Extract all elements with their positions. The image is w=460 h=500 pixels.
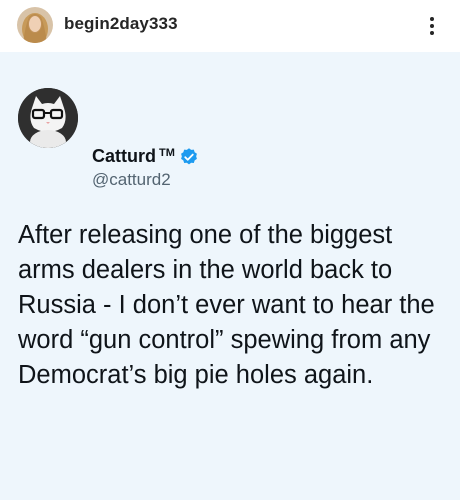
post-author-avatar[interactable] bbox=[17, 7, 53, 43]
more-dot bbox=[430, 24, 434, 28]
trademark-symbol: TM bbox=[159, 146, 175, 159]
post-header: begin2day333 bbox=[0, 0, 460, 52]
tweet-author-avatar bbox=[18, 88, 78, 148]
verified-badge-icon bbox=[180, 147, 197, 164]
tweet-display-name: Catturd bbox=[92, 146, 156, 166]
tweet-name-row: Catturd TM bbox=[92, 146, 199, 167]
more-dot bbox=[430, 31, 434, 35]
tweet-handle: @catturd2 bbox=[92, 170, 171, 189]
tweet-body-text: After releasing one of the biggest arms … bbox=[18, 221, 435, 389]
post-username[interactable]: begin2day333 bbox=[64, 14, 178, 34]
cat-with-glasses-icon bbox=[18, 88, 78, 148]
more-options-button[interactable] bbox=[420, 12, 444, 40]
avatar-image bbox=[17, 7, 53, 43]
more-vertical-icon bbox=[430, 17, 434, 21]
